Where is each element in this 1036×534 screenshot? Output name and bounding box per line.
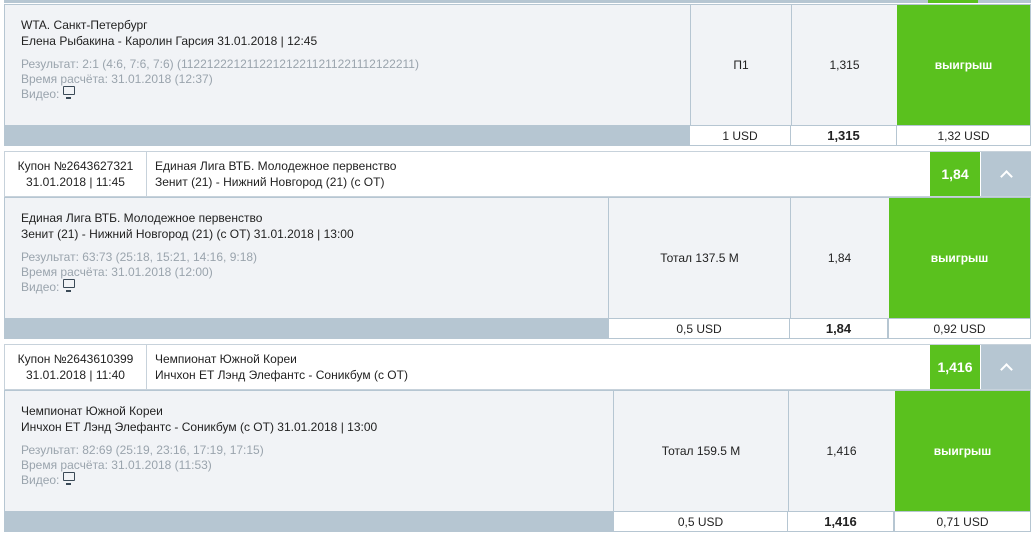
payout: 1,32 USD <box>897 126 1030 145</box>
bet-calc-time: Время расчёта: 31.01.2018 (12:37) <box>21 72 213 86</box>
bet-odds: 1,416 <box>788 391 894 511</box>
bet-footer: 1 USD 1,315 1,32 USD <box>4 125 1031 146</box>
coupon-event: Единая Лига ВТБ. Молодежное первенство З… <box>155 158 396 190</box>
coupon-number: Купон №2643610399 <box>17 352 134 366</box>
bet-detail: Единая Лига ВТБ. Молодежное первенство З… <box>4 197 1031 319</box>
bet-odds: 1,315 <box>791 5 897 125</box>
bet-calc-time: Время расчёта: 31.01.2018 (11:53) <box>21 458 212 472</box>
bet-footer: 0,5 USD 1,416 0,71 USD <box>4 511 1031 532</box>
bet-match: Инчхон ЕТ Лэнд Элефантс - Соникбум (с ОТ… <box>21 420 378 434</box>
coupon-league: Чемпионат Южной Кореи <box>155 352 297 366</box>
coupon-coef: 1,84 <box>930 152 980 196</box>
coupon-number: Купон №2643627321 <box>17 159 134 173</box>
top-strip <box>4 0 1031 3</box>
bet-outcome: П1 <box>690 5 791 125</box>
coupon-teams: Зенит (21) - Нижний Новгород (21) (с ОТ) <box>155 175 385 189</box>
bet-league: WTA. Санкт-Петербург <box>21 18 148 32</box>
total-odds: 1,315 <box>791 126 896 145</box>
bet-result: Результат: 2:1 (4:6, 7:6, 7:6) (11221222… <box>21 57 419 71</box>
total-odds: 1,416 <box>788 512 893 531</box>
bet-result: Результат: 82:69 (25:19, 23:16, 17:19, 1… <box>21 443 264 457</box>
coupon-coef: 1,416 <box>930 345 980 389</box>
chevron-up-icon <box>999 363 1013 376</box>
top-strip-green <box>928 0 978 3</box>
bet-outcome: Тотал 137.5 М <box>608 198 790 318</box>
stake: 0,5 USD <box>609 319 789 338</box>
coupon-date: 31.01.2018 | 11:40 <box>26 368 125 382</box>
video-row: Видео: <box>21 279 592 295</box>
collapse-button[interactable] <box>981 345 1031 389</box>
total-odds: 1,84 <box>790 319 887 338</box>
bet-info: WTA. Санкт-Петербург Елена Рыбакина - Ка… <box>5 5 690 125</box>
video-label: Видео: <box>21 473 60 487</box>
bet-match: Елена Рыбакина - Каролин Гарсия 31.01.20… <box>21 34 318 48</box>
bet-odds: 1,84 <box>790 198 888 318</box>
bet-league: Чемпионат Южной Кореи <box>21 404 163 418</box>
coupon-header[interactable]: Купон №2643627321 31.01.2018 | 11:45 Еди… <box>4 151 1031 197</box>
video-label: Видео: <box>21 87 60 101</box>
bet-status: выигрыш <box>889 198 1030 318</box>
monitor-icon[interactable] <box>63 472 76 485</box>
bet-result: Результат: 63:73 (25:18, 15:21, 14:16, 9… <box>21 250 258 264</box>
bet-detail: WTA. Санкт-Петербург Елена Рыбакина - Ка… <box>4 4 1031 126</box>
video-label: Видео: <box>21 280 60 294</box>
bet-status: выигрыш <box>897 5 1030 125</box>
bet-footer: 0,5 USD 1,84 0,92 USD <box>4 318 1031 339</box>
monitor-icon[interactable] <box>63 86 76 99</box>
chevron-up-icon <box>999 170 1013 183</box>
collapse-button[interactable] <box>981 152 1031 196</box>
bet-match: Зенит (21) - Нижний Новгород (21) (с ОТ)… <box>21 227 354 241</box>
bet-outcome: Тотал 159.5 М <box>613 391 788 511</box>
coupon-id: Купон №2643627321 31.01.2018 | 11:45 <box>5 152 147 196</box>
payout: 0,71 USD <box>895 512 1030 531</box>
stake: 0,5 USD <box>614 512 787 531</box>
coupon-date: 31.01.2018 | 11:45 <box>26 175 125 189</box>
coupon-id: Купон №2643610399 31.01.2018 | 11:40 <box>5 345 147 389</box>
bet-detail: Чемпионат Южной Кореи Инчхон ЕТ Лэнд Эле… <box>4 390 1031 512</box>
bet-calc-time: Время расчёта: 31.01.2018 (12:00) <box>21 265 213 279</box>
stake: 1 USD <box>690 126 790 145</box>
coupon-event: Чемпионат Южной Кореи Инчхон ЕТ Лэнд Эле… <box>155 351 408 383</box>
bet-status: выигрыш <box>895 391 1030 511</box>
video-row: Видео: <box>21 86 674 102</box>
coupon-header[interactable]: Купон №2643610399 31.01.2018 | 11:40 Чем… <box>4 344 1031 390</box>
coupon-league: Единая Лига ВТБ. Молодежное первенство <box>155 159 397 173</box>
payout: 0,92 USD <box>889 319 1030 338</box>
bet-info: Чемпионат Южной Кореи Инчхон ЕТ Лэнд Эле… <box>5 391 613 511</box>
bet-info: Единая Лига ВТБ. Молодежное первенство З… <box>5 198 608 318</box>
bet-league: Единая Лига ВТБ. Молодежное первенство <box>21 211 263 225</box>
coupon-teams: Инчхон ЕТ Лэнд Элефантс - Соникбум (с ОТ… <box>155 368 408 382</box>
monitor-icon[interactable] <box>63 279 76 292</box>
video-row: Видео: <box>21 472 597 488</box>
